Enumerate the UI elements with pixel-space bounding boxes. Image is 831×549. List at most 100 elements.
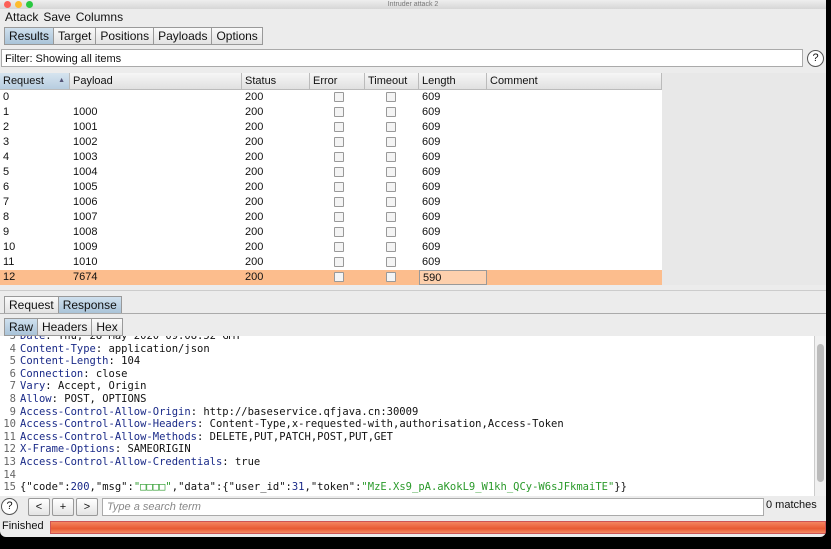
checkbox [334,227,344,238]
tab-results[interactable]: Results [4,27,55,45]
response-line: 8 Allow: POST, OPTIONS [0,393,814,406]
table-row[interactable]: 9 1008 200 609 [0,225,662,240]
header-value: close [95,367,128,380]
line-number: 13 [3,455,16,468]
search-next-button[interactable]: > [76,498,98,516]
column-comment[interactable]: Comment [487,73,662,89]
cell-error [310,120,365,135]
tab-request[interactable]: Request [4,296,59,314]
column-error[interactable]: Error [310,73,365,89]
cell-status: 200 [245,151,264,163]
line-number: 10 [3,418,16,431]
cell-request: 4 [3,151,10,163]
column-status[interactable]: Status [242,73,310,89]
cell-status: 200 [245,136,264,148]
json-text: {"code": [20,481,71,494]
tab-positions[interactable]: Positions [95,27,155,45]
tab-options[interactable]: Options [211,27,263,45]
checkbox [334,182,344,193]
line-number: 8 [9,392,16,405]
response-line: 5 Content-Length: 104 [0,355,814,368]
json-string: "MzE.Xs9_pA.aKokL9_W1kh_QCy-W6sJFkmaiTE" [361,481,615,494]
cell-payload: 1003 [73,151,98,163]
response-raw-view[interactable]: 3 Date: Thu, 28 May 2020 09:08:52 GMT 4 Con… [0,336,814,496]
table-row[interactable]: 12 7674 200 590 [0,270,662,285]
search-help-icon[interactable]: ? [1,498,18,515]
cell-error [310,225,365,240]
cell-payload: 1004 [73,166,98,178]
tab-hex[interactable]: Hex [91,318,123,336]
response-line: 3 Date: Thu, 28 May 2020 09:08:52 GMT [0,336,814,343]
header-value: http://baseservice.qfjava.cn:30009 [203,405,419,418]
cell-length: 609 [422,166,441,178]
cell-timeout [365,270,419,285]
column-length[interactable]: Length [419,73,487,89]
cell-length: 609 [422,136,441,148]
json-text: ,"msg": [89,481,134,494]
minimize-window-button[interactable] [15,1,22,8]
table-row[interactable]: 4 1003 200 609 [0,150,662,165]
table-row[interactable]: 1 1000 200 609 [0,105,662,120]
line-number: 6 [9,367,16,380]
split-divider[interactable] [0,290,826,294]
cell-comment [487,90,662,105]
cell-length: 609 [422,226,441,238]
cell-length: 590 [419,270,487,285]
table-row[interactable]: 5 1004 200 609 [0,165,662,180]
help-icon[interactable]: ? [807,50,824,67]
colon: : [45,336,58,342]
tab-response[interactable]: Response [57,296,122,314]
header-value: application/json [108,342,210,355]
response-line: 9 Access-Control-Allow-Origin: http://bas… [0,406,814,419]
table-row[interactable]: 10 1009 200 609 [0,240,662,255]
tab-target[interactable]: Target [53,27,97,45]
column-timeout[interactable]: Timeout [365,73,419,89]
cell-length: 609 [422,151,441,163]
tab-headers[interactable]: Headers [37,318,93,336]
column-request[interactable]: Request ▲ [0,73,70,89]
results-table: Request ▲ Payload Status Error Timeout Le… [0,73,662,285]
zoom-window-button[interactable] [26,1,33,8]
json-string: "□□□□" [133,481,172,494]
cell-timeout [365,150,419,165]
cell-error [310,180,365,195]
menu-save[interactable]: Save [43,10,70,24]
menu-columns[interactable]: Columns [76,10,123,24]
table-row[interactable]: 6 1005 200 609 [0,180,662,195]
cell-timeout [365,135,419,150]
checkbox [386,242,396,253]
checkbox [386,212,396,223]
search-add-button[interactable]: + [52,498,74,516]
cell-request: 2 [3,121,10,133]
colon: : [114,443,128,456]
table-row[interactable]: 3 1002 200 609 [0,135,662,150]
search-prev-button[interactable]: < [28,498,50,516]
line-number: 7 [9,380,16,393]
cell-timeout [365,240,419,255]
response-scrollbar[interactable] [814,336,826,496]
table-row[interactable]: 0 200 609 [0,90,662,105]
cell-request: 12 [3,271,16,283]
table-row[interactable]: 11 1010 200 609 [0,255,662,270]
table-row[interactable]: 8 1007 200 609 [0,210,662,225]
cell-timeout [365,165,419,180]
json-text: ,"token": [304,481,362,494]
column-payload[interactable]: Payload [70,73,242,89]
table-row[interactable]: 2 1001 200 609 [0,120,662,135]
response-body-line: 15 {"code":200,"msg":"□□□□","data":{"user… [0,481,814,494]
menu-attack[interactable]: Attack [5,10,38,24]
table-row[interactable]: 7 1006 200 609 [0,195,662,210]
cell-status: 200 [245,106,264,118]
tab-payloads[interactable]: Payloads [153,27,213,45]
header-value: true [234,455,261,468]
detail-tabs: Request Response [4,296,122,314]
header-name: Allow [20,392,52,405]
cell-payload [70,90,242,105]
cell-payload: 1009 [73,241,98,253]
cell-comment [487,270,662,285]
filter-bar[interactable]: Filter: Showing all items [1,49,803,67]
close-window-button[interactable] [4,1,11,8]
tab-raw[interactable]: Raw [4,318,39,336]
search-input[interactable]: Type a search term [102,498,764,516]
scrollbar-thumb[interactable] [817,344,824,482]
